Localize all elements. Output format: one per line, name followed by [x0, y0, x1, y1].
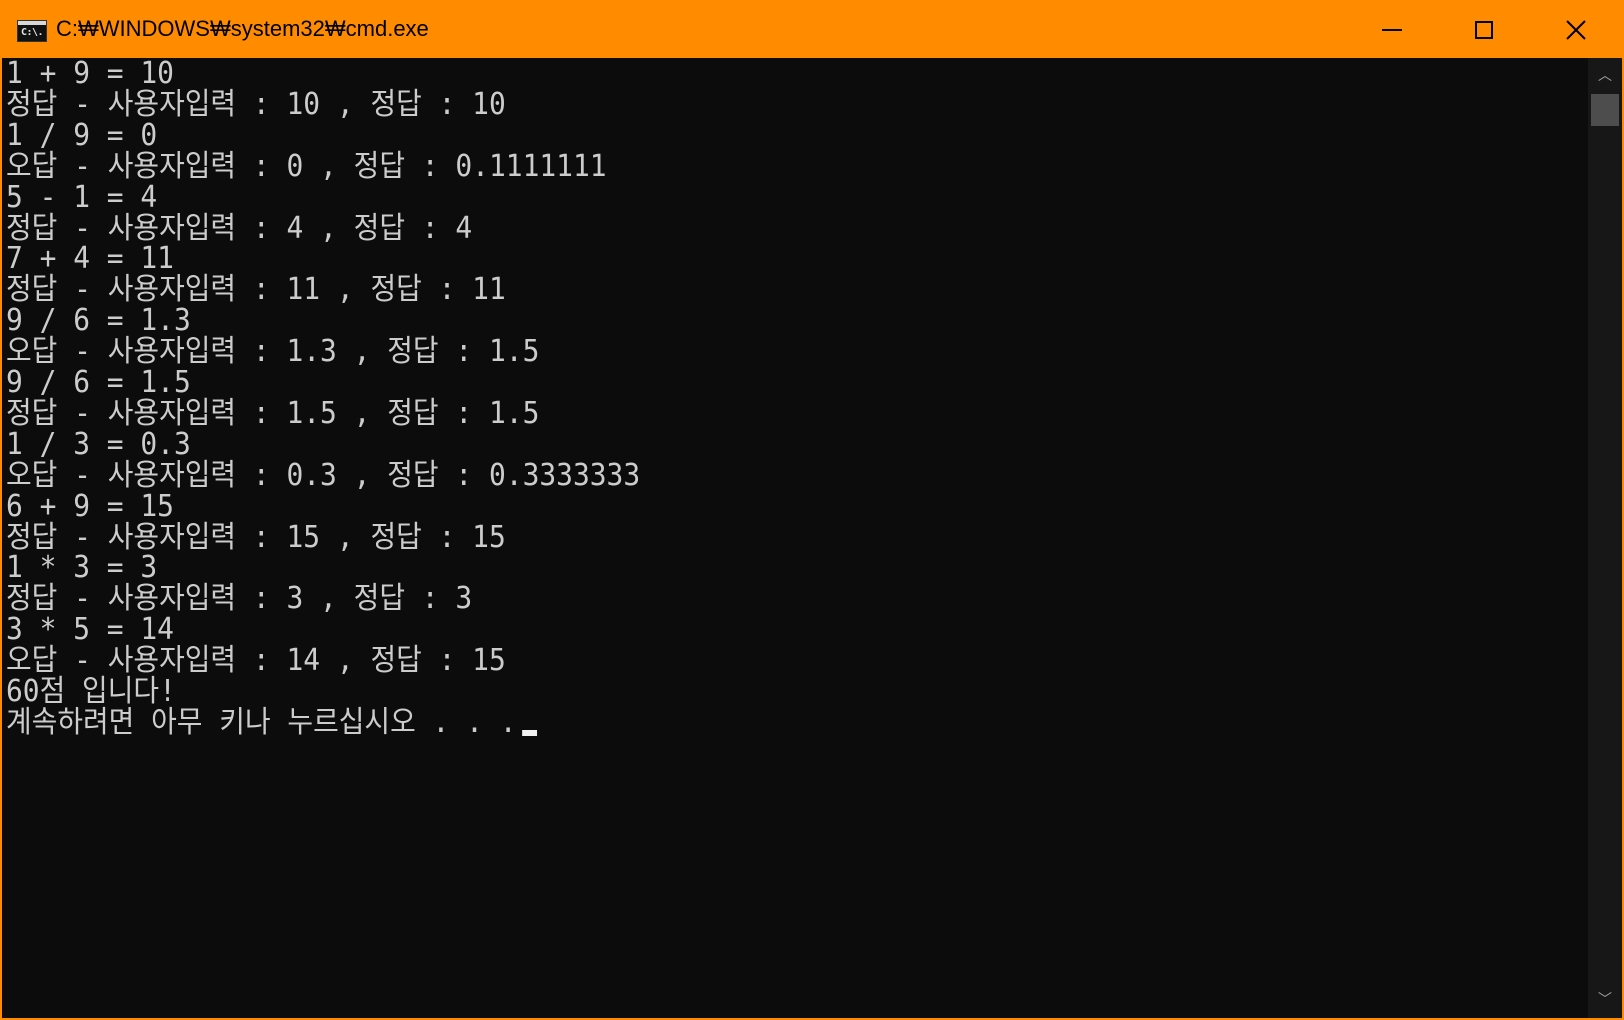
console-line: 1 / 9 = 0: [6, 117, 158, 153]
console-line-text: 3 * 5 = 14: [6, 612, 174, 648]
console-line-text: 정답 - 사용자입력 : 3 , 정답 : 3: [6, 581, 473, 617]
window-title: C:₩WINDOWS₩system32₩cmd.exe: [56, 16, 429, 41]
minimize-button[interactable]: [1346, 2, 1438, 58]
cmd-window: C:\. C:₩WINDOWS₩system32₩cmd.exe 1 + 9 =…: [0, 0, 1624, 1020]
console-line: 정답 - 사용자입력 : 1.5 , 정답 : 1.5: [6, 395, 540, 431]
console-output[interactable]: 1 + 9 = 10 정답 - 사용자입력 : 10 , 정답 : 10 1 / 9…: [2, 58, 1588, 1018]
scroll-up-button[interactable]: ︿: [1588, 58, 1622, 94]
chevron-up-icon: ︿: [1598, 68, 1612, 84]
console-line: 3 * 5 = 14: [6, 614, 174, 646]
chevron-down-icon: ﹀: [1598, 992, 1612, 1008]
console-line: 9 / 6 = 1.3: [6, 305, 191, 337]
console-line-text: 오답 - 사용자입력 : 0 , 정답 : 0.1111111: [6, 148, 607, 184]
console-line-text: 1 * 3 = 3: [6, 550, 158, 586]
console-line-text: 6 + 9 = 15: [6, 488, 174, 524]
console-line: 오답 - 사용자입력 : 0.3 , 정답 : 0.3333333: [6, 457, 641, 493]
console-line-text: 5 - 1 = 4: [6, 179, 158, 215]
console-line-text: 7 + 4 = 11: [6, 241, 174, 277]
close-icon: [1566, 20, 1586, 40]
console-line-text: 정답 - 사용자입력 : 4 , 정답 : 4: [6, 210, 473, 246]
console-line: 오답 - 사용자입력 : 0 , 정답 : 0.1111111: [6, 148, 607, 184]
minimize-icon: [1382, 29, 1402, 31]
console-line-text: 9 / 6 = 1.3: [6, 303, 191, 339]
maximize-button[interactable]: [1438, 2, 1530, 58]
console-line-text: 정답 - 사용자입력 : 10 , 정답 : 10: [6, 86, 506, 122]
text-cursor: [522, 729, 538, 736]
console-line: 1 + 9 = 10: [6, 58, 174, 90]
console-line-text: 정답 - 사용자입력 : 11 , 정답 : 11: [6, 272, 506, 308]
console-line: 1 * 3 = 3: [6, 552, 157, 584]
app-icon-label: C:\.: [21, 27, 44, 38]
console-line-text: 정답 - 사용자입력 : 15 , 정답 : 15: [6, 519, 506, 555]
maximize-icon: [1475, 21, 1493, 39]
console-line: 정답 - 사용자입력 : 4 , 정답 : 4: [6, 210, 473, 246]
console-line-text: 계속하려면 아무 키나 누르십시오 . . .: [6, 704, 517, 740]
console-line-text: 정답 - 사용자입력 : 1.5 , 정답 : 1.5: [6, 395, 540, 431]
console-line: 정답 - 사용자입력 : 11 , 정답 : 11: [6, 274, 506, 306]
console-line: 1 / 3 = 0.3: [6, 426, 191, 462]
console-line-text: 오답 - 사용자입력 : 14 , 정답 : 15: [6, 643, 506, 679]
console-line: 6 + 9 = 15: [6, 488, 174, 524]
scroll-thumb[interactable]: [1591, 94, 1619, 126]
console-line-text: 오답 - 사용자입력 : 0.3 , 정답 : 0.3333333: [6, 457, 641, 493]
console-line: 오답 - 사용자입력 : 14 , 정답 : 15: [6, 645, 506, 677]
console-line: 정답 - 사용자입력 : 10 , 정답 : 10: [6, 86, 506, 122]
close-button[interactable]: [1530, 2, 1622, 58]
console-line-text: 오답 - 사용자입력 : 1.3 , 정답 : 1.5: [6, 334, 540, 370]
console-line-text: 60점 입니다!: [6, 674, 176, 709]
console-line-text: 9 / 6 = 1.5: [6, 365, 191, 400]
title-bar[interactable]: C:\. C:₩WINDOWS₩system32₩cmd.exe: [2, 2, 1622, 58]
console-line-text: 1 / 3 = 0.3: [6, 426, 191, 462]
console-line: 9 / 6 = 1.5: [6, 367, 191, 399]
console-line: 60점 입니다!: [6, 676, 176, 708]
console-line: 7 + 4 = 11: [6, 243, 174, 275]
console-line-text: 1 / 9 = 0: [6, 117, 158, 153]
cmd-app-icon[interactable]: C:\.: [17, 20, 47, 42]
console-line: 정답 - 사용자입력 : 3 , 정답 : 3: [6, 583, 472, 615]
scroll-down-button[interactable]: ﹀: [1588, 982, 1622, 1018]
vertical-scrollbar[interactable]: ︿ ﹀: [1588, 58, 1622, 1018]
console-line: 정답 - 사용자입력 : 15 , 정답 : 15: [6, 519, 506, 555]
console-line: 오답 - 사용자입력 : 1.3 , 정답 : 1.5: [6, 336, 539, 368]
console-line: 5 - 1 = 4: [6, 179, 158, 215]
console-line: 계속하려면 아무 키나 누르십시오 . . .: [6, 704, 538, 740]
